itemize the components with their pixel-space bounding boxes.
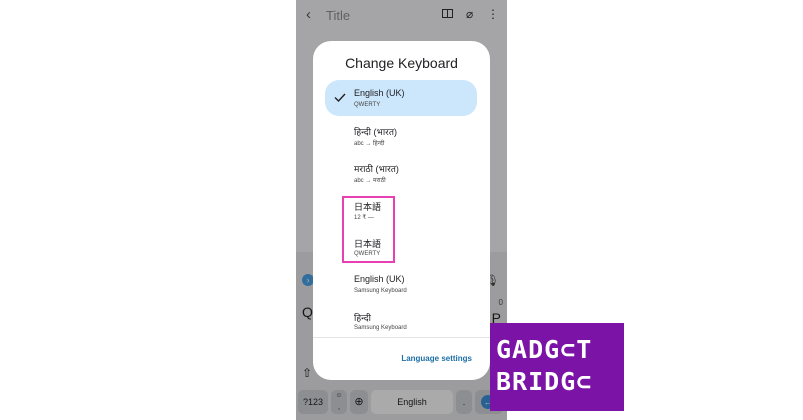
option-name: English (UK) [354, 274, 405, 284]
option-name: हिन्दी [354, 313, 372, 323]
logo-line-1: GADG⊂T [496, 335, 593, 364]
keyboard-option[interactable]: हिन्दी Samsung Keyboard [325, 303, 477, 339]
change-keyboard-dialog: Change Keyboard English (UK) QWERTY हिन्… [313, 41, 490, 380]
logo-line-2: BRIDG⊂ [496, 367, 593, 396]
option-layout: Samsung Keyboard [354, 325, 407, 331]
keyboard-option[interactable]: English (UK) QWERTY [325, 80, 477, 116]
option-name: English (UK) [354, 88, 405, 98]
check-icon [334, 93, 346, 102]
footer-divider [313, 337, 490, 338]
keyboard-option[interactable]: मराठी (भारत) abc → मराठी [325, 154, 477, 190]
keyboard-option[interactable]: हिन्दी (भारत) abc → हिन्दी [325, 117, 477, 153]
option-name: मराठी (भारत) [354, 164, 399, 174]
option-layout: abc → मराठी [354, 178, 386, 184]
option-layout: abc → हिन्दी [354, 141, 385, 147]
option-name: हिन्दी (भारत) [354, 127, 397, 137]
gadget-bridge-logo: GADG⊂T BRIDG⊂ [490, 323, 624, 411]
dialog-title: Change Keyboard [345, 55, 458, 71]
keyboard-option[interactable]: English (UK) Samsung Keyboard [325, 266, 477, 302]
option-layout: Samsung Keyboard [354, 288, 407, 294]
highlight-annotation-box [342, 196, 395, 263]
option-layout: QWERTY [354, 102, 381, 108]
language-settings-link[interactable]: Language settings [401, 354, 472, 363]
